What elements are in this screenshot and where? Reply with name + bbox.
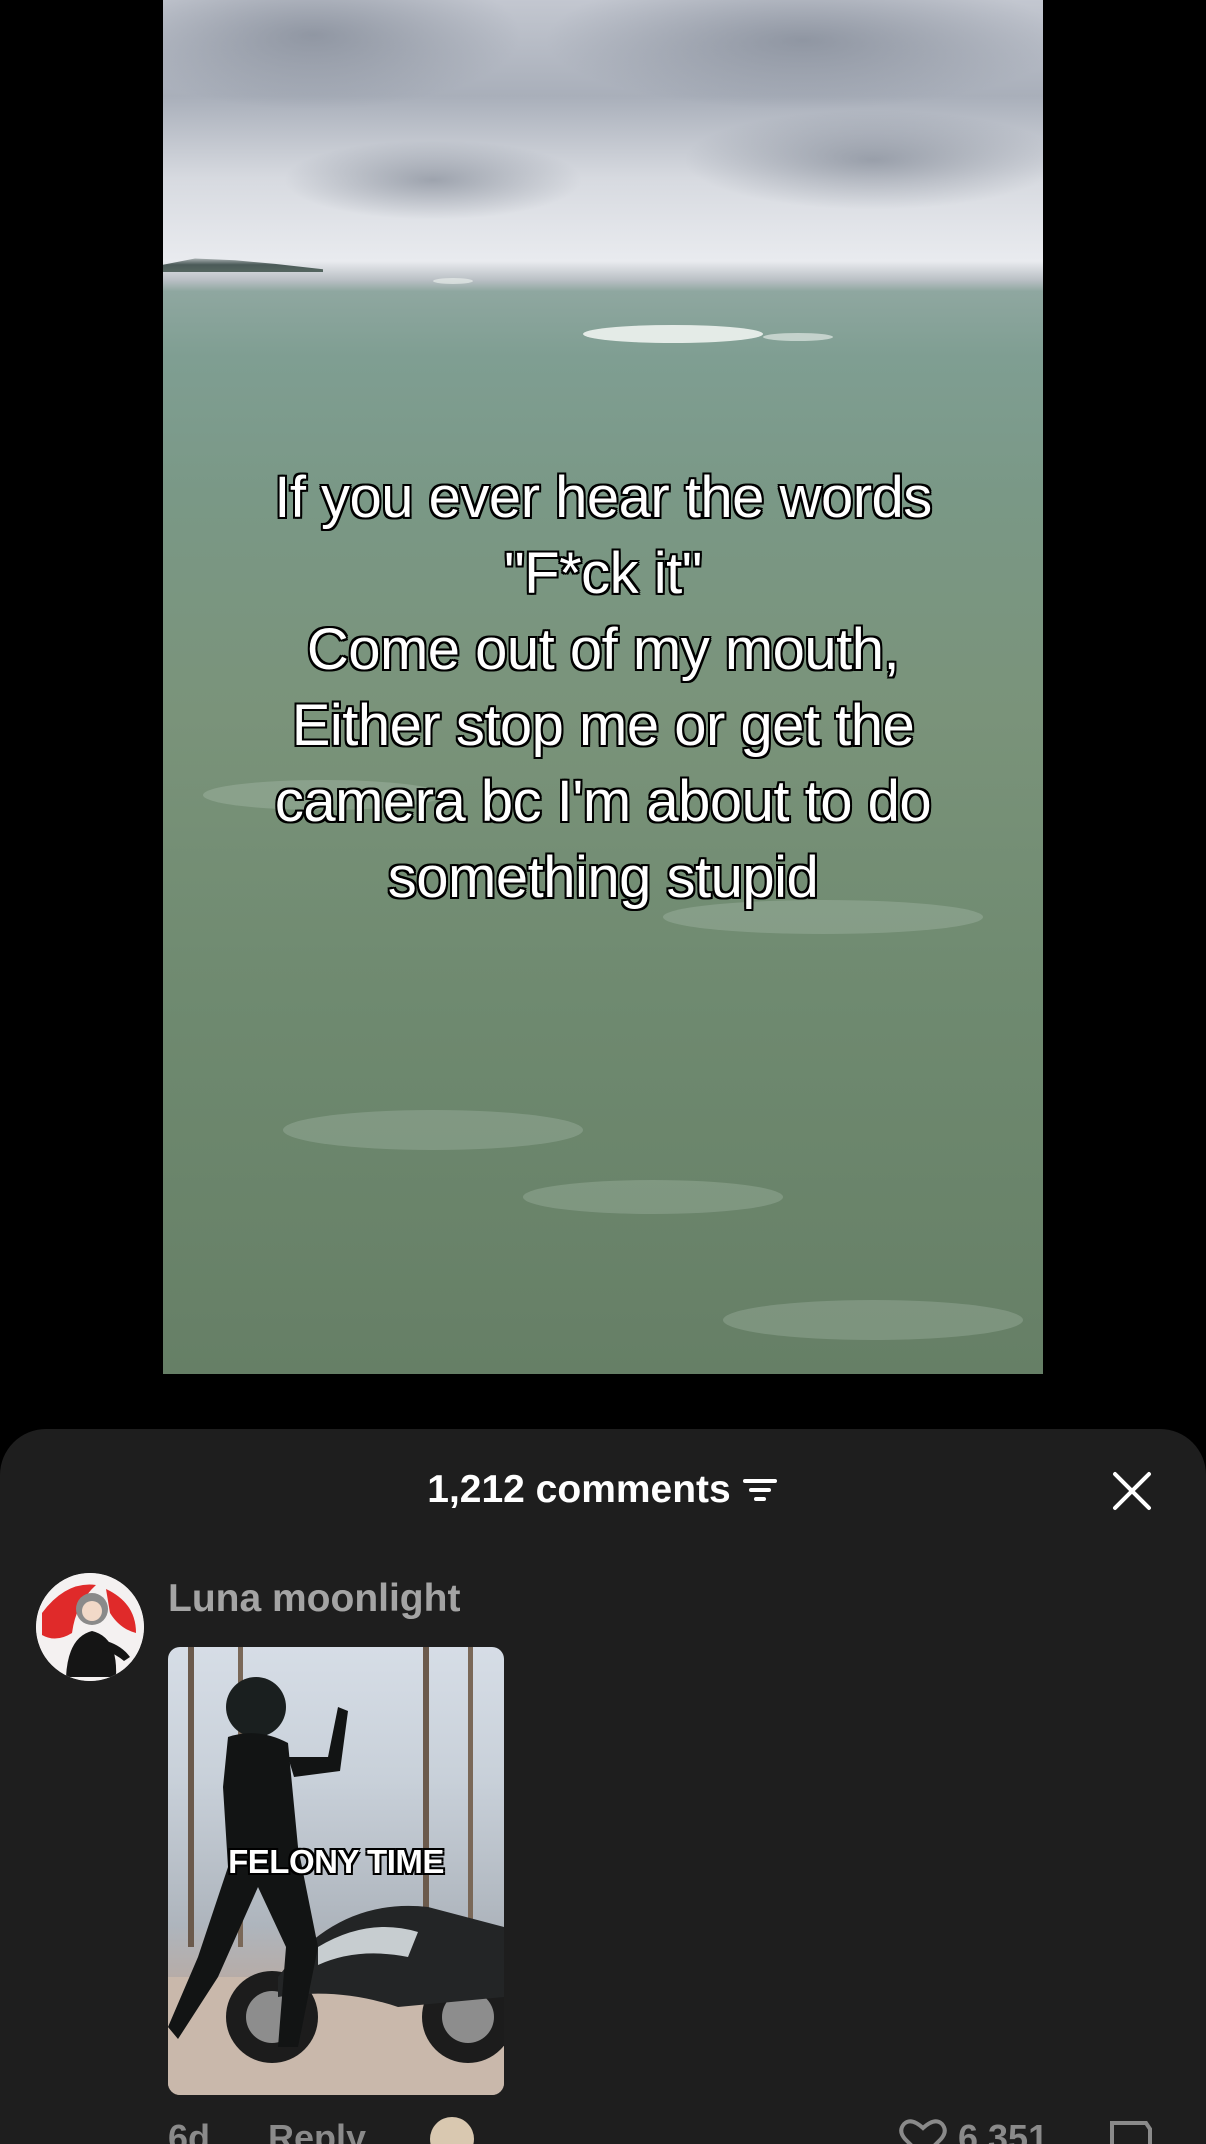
comments-header: 1,212 comments: [0, 1465, 1206, 1515]
caption-line: something stupid: [387, 845, 819, 910]
cloud: [283, 140, 583, 220]
comment-meta: 6d Reply 6,351: [0, 2117, 1206, 2144]
video-player[interactable]: If you ever hear the words "F*ck it" Com…: [163, 0, 1043, 1374]
wave-crest: [433, 278, 473, 284]
distant-shoreline: [163, 258, 323, 272]
water-ripple: [523, 1180, 783, 1214]
comment-author[interactable]: Luna moonlight: [168, 1577, 460, 1621]
wave-crest: [763, 333, 833, 341]
caption-line: Come out of my mouth,: [306, 617, 900, 682]
water-ripple: [283, 1110, 583, 1150]
caption-line: If you ever hear the words: [274, 465, 932, 530]
caption-line: camera bc I'm about to do: [274, 769, 932, 834]
dislike-icon[interactable]: [1106, 2117, 1156, 2144]
heart-icon[interactable]: [898, 2117, 948, 2144]
comments-count: 1,212 comments: [427, 1468, 731, 1511]
wave-crest: [583, 325, 763, 343]
reply-button[interactable]: Reply: [268, 2117, 366, 2144]
caption-line: Either stop me or get the: [291, 693, 915, 758]
filter-icon[interactable]: [742, 1475, 779, 1505]
comments-sheet: 1,212 comments Luna moonlight FELONY TIM…: [0, 1429, 1206, 2144]
cloud: [163, 0, 523, 110]
water-ripple: [723, 1300, 1023, 1340]
comment-gif[interactable]: FELONY TIME: [168, 1647, 504, 2095]
caption-line: "F*ck it": [504, 541, 702, 606]
cloud: [543, 0, 1043, 110]
close-icon[interactable]: [1110, 1469, 1154, 1513]
reply-avatar[interactable]: [430, 2117, 474, 2144]
cloud: [683, 110, 1043, 210]
like-count: 6,351: [958, 2117, 1049, 2144]
video-caption: If you ever hear the words "F*ck it" Com…: [163, 460, 1043, 916]
comment-time: 6d: [168, 2117, 211, 2144]
avatar[interactable]: [36, 1573, 144, 1681]
gif-caption: FELONY TIME: [228, 1843, 444, 1880]
